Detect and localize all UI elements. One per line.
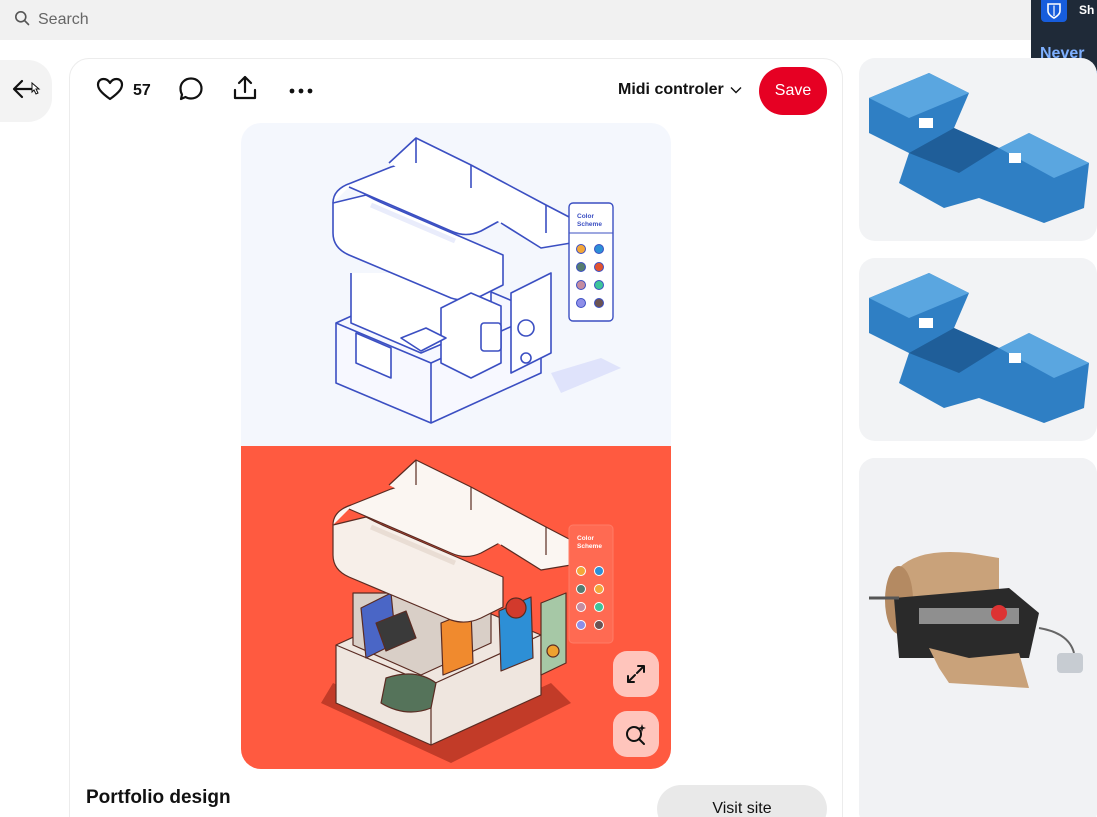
- search-icon: [14, 10, 30, 31]
- visit-site-button[interactable]: Visit site: [657, 785, 827, 817]
- chevron-down-icon: [730, 81, 742, 99]
- shield-icon: [1041, 0, 1067, 22]
- board-selector[interactable]: Midi controler: [618, 81, 742, 99]
- popup-title: Sh: [1079, 3, 1095, 17]
- search-bar[interactable]: [0, 0, 1060, 40]
- visual-search-icon: [624, 722, 648, 746]
- pin-card: 57 Midi controler Save Color Scheme Colo…: [69, 58, 843, 817]
- related-pin-image-1: [869, 73, 1089, 223]
- back-arrow-icon: [11, 76, 41, 107]
- like-count: 57: [133, 82, 151, 99]
- related-pin-1[interactable]: [859, 58, 1097, 241]
- related-pin-2[interactable]: [859, 258, 1097, 441]
- color-scheme-label-top-2: Scheme: [577, 221, 602, 228]
- heart-icon: [96, 77, 124, 106]
- back-button[interactable]: [0, 60, 52, 122]
- more-button[interactable]: [287, 81, 315, 101]
- like-button[interactable]: [94, 77, 126, 105]
- comment-button[interactable]: [176, 76, 206, 107]
- expand-icon: [625, 663, 647, 685]
- color-scheme-label-bottom-2: Scheme: [577, 543, 602, 550]
- comment-icon: [178, 76, 204, 107]
- pin-detail-page: Sh Never 57: [0, 0, 1097, 817]
- board-name: Midi controler: [618, 81, 724, 98]
- more-icon: [288, 82, 314, 100]
- save-button[interactable]: Save: [759, 67, 827, 115]
- share-button[interactable]: [230, 75, 260, 105]
- pin-image[interactable]: Color Scheme Color Scheme: [241, 123, 671, 769]
- related-pin-image-2: [869, 273, 1089, 423]
- pin-title: Portfolio design: [86, 787, 231, 808]
- related-pin-image-3: [859, 458, 1097, 817]
- expand-button[interactable]: [613, 651, 659, 697]
- related-pin-3[interactable]: [859, 458, 1097, 817]
- pin-toolbar: 57 Midi controler Save: [70, 59, 842, 123]
- color-scheme-label-top: Color: [577, 213, 594, 220]
- visual-search-button[interactable]: [613, 711, 659, 757]
- search-input[interactable]: [38, 11, 638, 29]
- share-icon: [232, 74, 258, 107]
- color-scheme-label-bottom: Color: [577, 535, 594, 542]
